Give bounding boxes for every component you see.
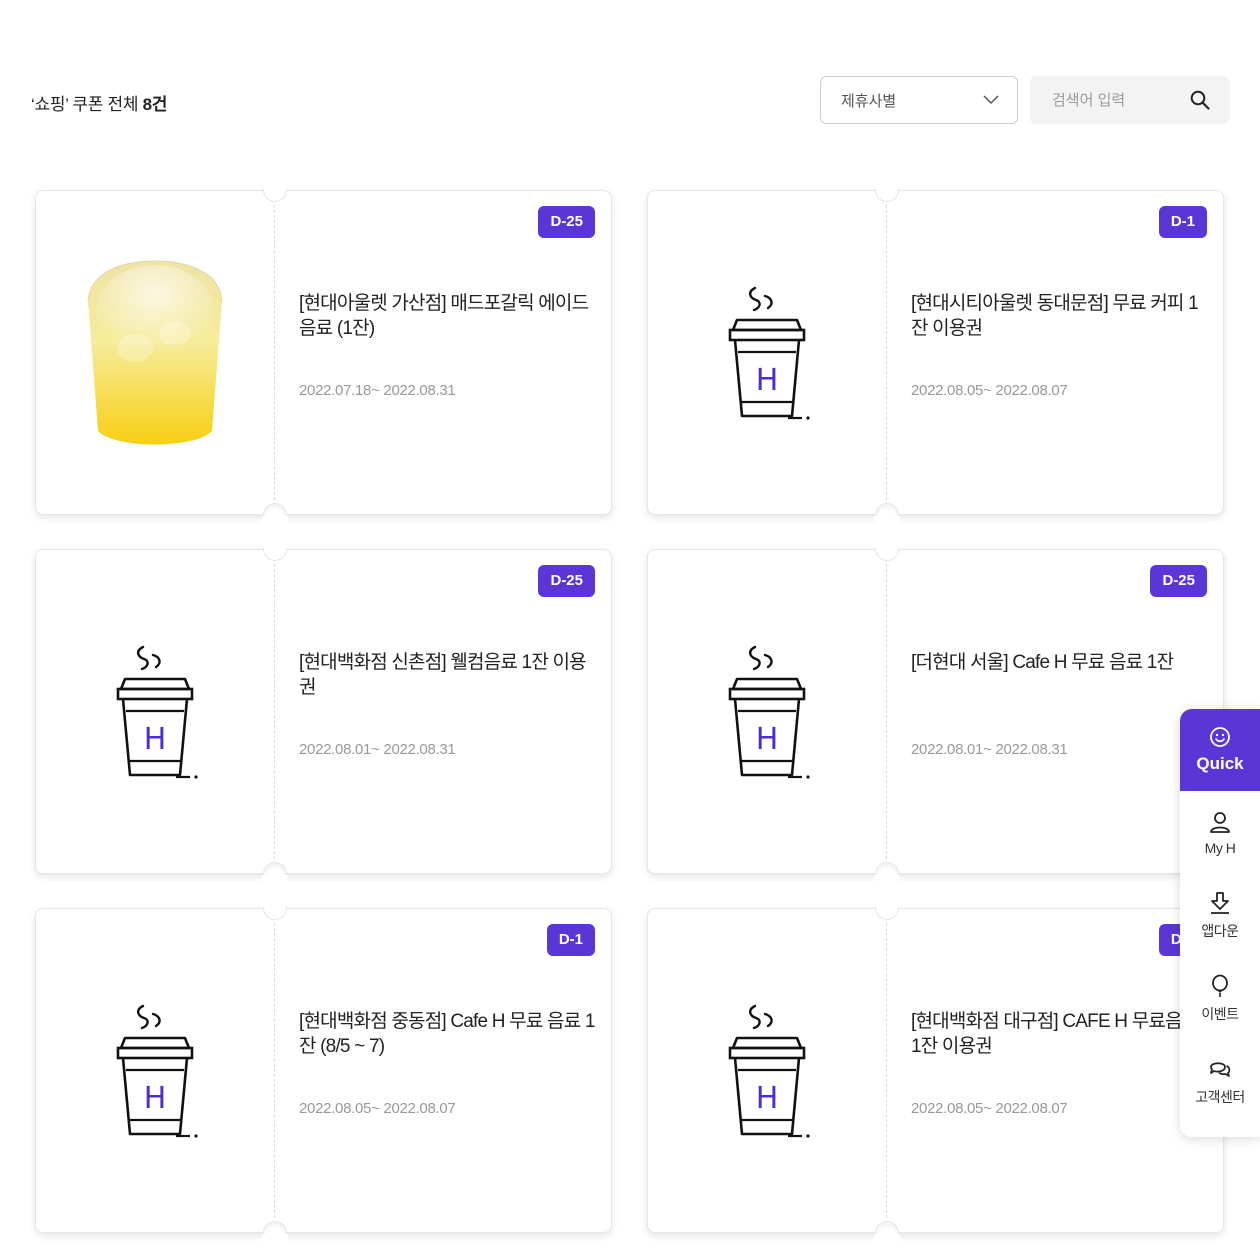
coupon-image: H xyxy=(648,191,886,514)
dday-badge: D-1 xyxy=(1158,206,1207,238)
coupon-card[interactable]: H D-1 [현대시티아울렛 동대문점] 무료 커피 1잔 이용권 2022.0… xyxy=(647,177,1224,528)
quick-menu: Quick My H 앱다운 이벤트 고객센터 xyxy=(1180,709,1260,1137)
cup-letter: H xyxy=(756,363,779,398)
coupon-period: 2022.07.18~ 2022.08.31 xyxy=(299,382,456,399)
dday-badge: D-25 xyxy=(1150,565,1207,597)
coupon-title: [현대백화점 신촌점] 웰컴음료 1잔 이용권 xyxy=(299,652,587,698)
coupon-period: 2022.08.05~ 2022.08.07 xyxy=(911,1100,1068,1117)
partner-filter-select[interactable]: 제휴사별 xyxy=(820,76,1018,124)
quick-item-label: 고객센터 xyxy=(1195,1088,1245,1105)
coupon-image: H xyxy=(648,550,886,873)
coupon-card[interactable]: D-25 [현대아울렛 가산점] 매드포갈릭 에이드 음료 (1잔) 2022.… xyxy=(35,177,612,528)
coffee-cup-icon: H xyxy=(728,286,810,420)
summary-prefix: ‘쇼핑’ 쿠폰 전체 xyxy=(31,95,139,114)
coupon-period: 2022.08.01~ 2022.08.31 xyxy=(911,741,1068,758)
dday-badge: D-25 xyxy=(538,206,595,238)
quick-item-event[interactable]: 이벤트 xyxy=(1180,957,1260,1040)
search-box xyxy=(1030,76,1230,124)
chevron-down-icon xyxy=(983,95,999,105)
coupon-image xyxy=(36,191,274,514)
coupon-card[interactable]: H D-25 [더현대 서울] Cafe H 무료 음료 1잔 2022.08.… xyxy=(647,536,1224,887)
coffee-cup-icon: H xyxy=(116,1004,198,1138)
cup-letter: H xyxy=(756,1081,779,1116)
coffee-cup-icon: H xyxy=(728,645,810,779)
search-input[interactable] xyxy=(1050,90,1184,110)
partner-filter-label: 제휴사별 xyxy=(841,92,897,110)
coupon-title: [현대시티아울렛 동대문점] 무료 커피 1잔 이용권 xyxy=(911,293,1199,339)
download-icon xyxy=(1211,891,1229,914)
quick-item-label: 앱다운 xyxy=(1201,922,1239,939)
quick-item-label: My H xyxy=(1204,839,1236,856)
ticket-divider xyxy=(274,564,275,859)
coupon-card[interactable]: H D-1 [현대백화점 중동점] Cafe H 무료 음료 1잔 (8/5 ~… xyxy=(35,895,612,1246)
coupon-image: H xyxy=(648,909,886,1232)
coupon-card[interactable]: H D-25 [현대백화점 신촌점] 웰컴음료 1잔 이용권 2022.08.0… xyxy=(35,536,612,887)
lemonade-drink-image xyxy=(87,259,223,444)
person-icon xyxy=(1210,811,1230,833)
cup-letter: H xyxy=(144,1081,167,1116)
coupon-period: 2022.08.01~ 2022.08.31 xyxy=(299,741,456,758)
coupon-title: [현대백화점 대구점] CAFE H 무료음료 1잔 이용권 xyxy=(911,1011,1199,1057)
coupon-card[interactable]: H D-1 [현대백화점 대구점] CAFE H 무료음료 1잔 이용권 202… xyxy=(647,895,1224,1246)
dday-badge: D-1 xyxy=(546,924,595,956)
coupon-summary: ‘쇼핑’ 쿠폰 전체 8건 xyxy=(31,90,167,115)
ticket-divider xyxy=(274,205,275,500)
coupon-image: H xyxy=(36,909,274,1232)
quick-item-label: 이벤트 xyxy=(1201,1005,1239,1022)
coupon-period: 2022.08.05~ 2022.08.07 xyxy=(299,1100,456,1117)
dday-badge: D-25 xyxy=(538,565,595,597)
quick-menu-toggle[interactable]: Quick xyxy=(1180,709,1260,791)
coupon-period: 2022.08.05~ 2022.08.07 xyxy=(911,382,1068,399)
search-button[interactable] xyxy=(1190,90,1210,110)
coffee-cup-icon: H xyxy=(116,645,198,779)
summary-count: 8건 xyxy=(142,95,168,114)
quick-item-app-download[interactable]: 앱다운 xyxy=(1180,874,1260,957)
quick-item-customer-center[interactable]: 고객센터 xyxy=(1180,1040,1260,1123)
quick-menu-title: Quick xyxy=(1196,754,1244,773)
chat-icon xyxy=(1210,1061,1231,1077)
ticket-divider xyxy=(886,564,887,859)
ticket-divider xyxy=(274,923,275,1218)
cup-letter: H xyxy=(756,722,779,757)
ticket-divider xyxy=(886,205,887,500)
coupon-title: [더현대 서울] Cafe H 무료 음료 1잔 xyxy=(911,652,1174,673)
cup-letter: H xyxy=(144,722,167,757)
balloon-icon xyxy=(1212,974,1228,997)
smile-icon xyxy=(1210,727,1230,747)
coffee-cup-icon: H xyxy=(728,1004,810,1138)
coupon-title: [현대아울렛 가산점] 매드포갈릭 에이드 음료 (1잔) xyxy=(299,293,589,339)
coupon-title: [현대백화점 중동점] Cafe H 무료 음료 1잔 (8/5 ~ 7) xyxy=(299,1011,595,1057)
quick-item-my-h[interactable]: My H xyxy=(1180,791,1260,874)
ticket-divider xyxy=(886,923,887,1218)
coupon-image: H xyxy=(36,550,274,873)
search-icon xyxy=(1190,90,1210,110)
